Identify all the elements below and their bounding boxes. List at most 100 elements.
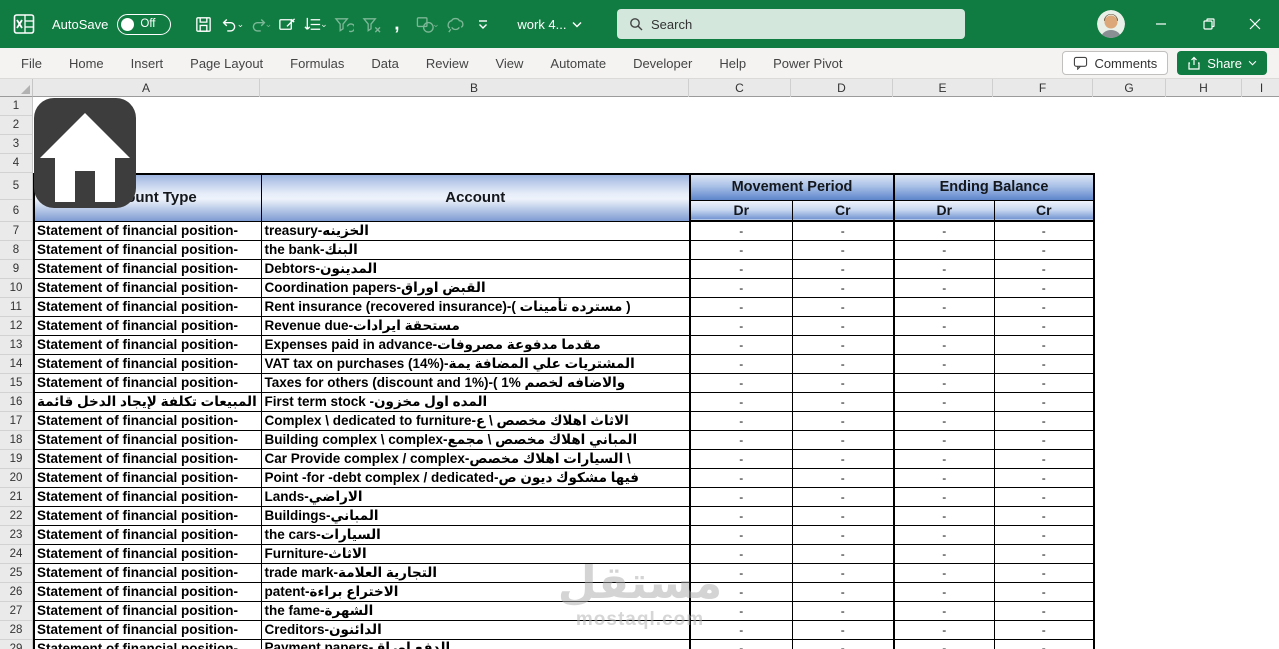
value-cell[interactable]: - (689, 277, 793, 298)
tab-automate[interactable]: Automate (550, 56, 606, 71)
row-header-7[interactable]: 7 (0, 222, 32, 241)
account-cell[interactable]: the bank-البنك (260, 239, 691, 260)
account-cell[interactable]: Creditors-الدائنون (260, 619, 691, 640)
account-type-cell[interactable]: Statement of financial position- (33, 505, 262, 526)
value-cell[interactable]: - (689, 372, 793, 393)
account-type-cell[interactable]: Statement of financial position- (33, 448, 262, 469)
row-header-1[interactable]: 1 (0, 97, 32, 116)
value-cell[interactable]: - (791, 505, 895, 526)
account-type-cell[interactable]: Statement of financial position- (33, 410, 262, 431)
account-cell[interactable]: treasury-الخزينه (260, 220, 691, 241)
column-header-F[interactable]: F (993, 79, 1093, 97)
value-cell[interactable]: - (791, 277, 895, 298)
value-cell[interactable]: - (791, 429, 895, 450)
column-header-G[interactable]: G (1093, 79, 1166, 97)
row-header-12[interactable]: 12 (0, 317, 32, 336)
header-ending-balance[interactable]: Ending Balance (893, 173, 1095, 201)
account-type-cell[interactable]: Statement of financial position- (33, 372, 262, 393)
tab-review[interactable]: Review (426, 56, 469, 71)
column-header-D[interactable]: D (791, 79, 893, 97)
value-cell[interactable]: - (993, 619, 1095, 640)
value-cell[interactable]: - (689, 258, 793, 279)
value-cell[interactable]: - (791, 334, 895, 355)
account-cell[interactable]: Complex \ dedicated to furniture-الاثاث … (260, 410, 691, 431)
workbook-title[interactable]: work 4... (517, 17, 581, 32)
row-header-24[interactable]: 24 (0, 545, 32, 564)
value-cell[interactable]: - (689, 581, 793, 602)
header-cr-ending[interactable]: Cr (993, 199, 1095, 222)
tab-formulas[interactable]: Formulas (290, 56, 344, 71)
value-cell[interactable]: - (993, 524, 1095, 545)
value-cell[interactable]: - (993, 315, 1095, 336)
column-header-C[interactable]: C (689, 79, 791, 97)
value-cell[interactable]: - (791, 353, 895, 374)
account-cell[interactable]: Point -for -debt complex / dedicated-فيه… (260, 467, 691, 488)
row-header-5[interactable]: 5 (0, 173, 32, 200)
account-type-cell[interactable]: Statement of financial position- (33, 524, 262, 545)
account-cell[interactable]: Rent insurance (recovered insurance)-( م… (260, 296, 691, 317)
row-header-26[interactable]: 26 (0, 583, 32, 602)
value-cell[interactable]: - (993, 334, 1095, 355)
shapes-dropdown[interactable]: ⌄ (432, 19, 440, 30)
value-cell[interactable]: - (791, 448, 895, 469)
row-header-9[interactable]: 9 (0, 260, 32, 279)
account-cell[interactable]: Coordination papers-القبض اوراق (260, 277, 691, 298)
account-cell[interactable]: VAT tax on purchases (14%)-المشتريات علي… (260, 353, 691, 374)
value-cell[interactable]: - (689, 334, 793, 355)
header-dr-movement[interactable]: Dr (689, 199, 793, 222)
tab-insert[interactable]: Insert (131, 56, 164, 71)
value-cell[interactable]: - (791, 315, 895, 336)
value-cell[interactable]: - (993, 258, 1095, 279)
row-header-16[interactable]: 16 (0, 393, 32, 412)
account-type-cell[interactable]: Statement of financial position- (33, 334, 262, 355)
value-cell[interactable]: - (791, 543, 895, 564)
clear-filter-icon[interactable] (330, 11, 356, 37)
account-cell[interactable]: Payment papers-الدفع اوراق (260, 638, 691, 649)
value-cell[interactable]: - (893, 372, 995, 393)
value-cell[interactable]: - (993, 353, 1095, 374)
tab-file[interactable]: File (21, 56, 42, 71)
account-cell[interactable]: Building complex \ complex-المباني اهلاك… (260, 429, 691, 450)
value-cell[interactable]: - (689, 296, 793, 317)
value-cell[interactable]: - (791, 296, 895, 317)
row-header-20[interactable]: 20 (0, 469, 32, 488)
account-type-cell[interactable]: Statement of financial position- (33, 638, 262, 649)
close-button[interactable] (1231, 0, 1279, 48)
account-type-cell[interactable]: Statement of financial position- (33, 239, 262, 260)
account-cell[interactable]: Buildings-المباني (260, 505, 691, 526)
value-cell[interactable]: - (689, 486, 793, 507)
value-cell[interactable]: - (993, 277, 1095, 298)
account-type-cell[interactable]: Statement of financial position- (33, 600, 262, 621)
account-type-cell[interactable]: Statement of financial position- (33, 296, 262, 317)
value-cell[interactable]: - (689, 600, 793, 621)
row-header-28[interactable]: 28 (0, 621, 32, 640)
account-type-cell[interactable]: Statement of financial position- (33, 619, 262, 640)
value-cell[interactable]: - (893, 277, 995, 298)
header-dr-ending[interactable]: Dr (893, 199, 995, 222)
row-header-23[interactable]: 23 (0, 526, 32, 545)
value-cell[interactable]: - (893, 448, 995, 469)
tab-power-pivot[interactable]: Power Pivot (773, 56, 842, 71)
account-cell[interactable]: the cars-السيارات (260, 524, 691, 545)
save-icon[interactable] (190, 11, 216, 37)
select-all-corner[interactable] (0, 79, 33, 97)
value-cell[interactable]: - (791, 486, 895, 507)
account-cell[interactable]: Debtors-المدينون (260, 258, 691, 279)
redo-dropdown[interactable]: ⌄ (265, 19, 273, 30)
ink-lasso-icon[interactable] (442, 11, 468, 37)
value-cell[interactable]: - (893, 638, 995, 649)
value-cell[interactable]: - (893, 600, 995, 621)
value-cell[interactable]: - (993, 581, 1095, 602)
value-cell[interactable]: - (689, 220, 793, 241)
value-cell[interactable]: - (893, 486, 995, 507)
value-cell[interactable]: - (689, 562, 793, 583)
share-button[interactable]: Share (1177, 51, 1267, 75)
value-cell[interactable]: - (993, 391, 1095, 412)
value-cell[interactable]: - (791, 372, 895, 393)
tab-page-layout[interactable]: Page Layout (190, 56, 263, 71)
value-cell[interactable]: - (993, 220, 1095, 241)
row-header-6[interactable]: 6 (0, 200, 32, 222)
account-type-cell[interactable]: Statement of financial position- (33, 258, 262, 279)
value-cell[interactable]: - (791, 467, 895, 488)
row-header-29[interactable]: 29 (0, 640, 32, 649)
